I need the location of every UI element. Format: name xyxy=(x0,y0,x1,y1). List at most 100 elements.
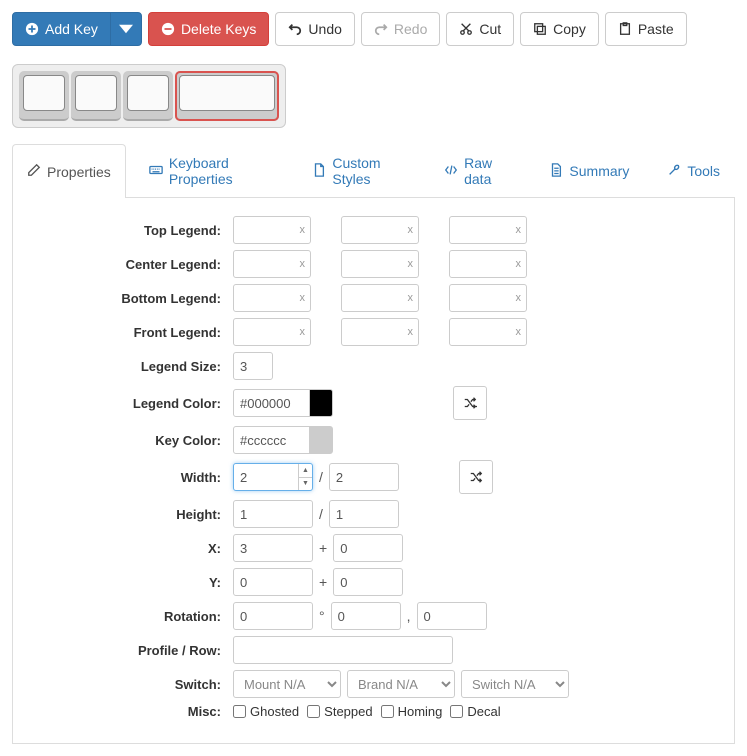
front-legend-label: Front Legend: xyxy=(23,325,233,340)
tab-summary-label: Summary xyxy=(569,163,629,179)
clear-icon[interactable]: x xyxy=(408,326,414,338)
tab-properties[interactable]: Properties xyxy=(12,144,126,198)
rotation-x-input[interactable] xyxy=(331,602,401,630)
clear-icon[interactable]: x xyxy=(516,224,522,236)
y-input[interactable] xyxy=(233,568,313,596)
cut-button[interactable]: Cut xyxy=(446,12,514,46)
rotation-y-input[interactable] xyxy=(417,602,487,630)
y2-input[interactable] xyxy=(333,568,403,596)
rotation-label: Rotation: xyxy=(23,609,233,624)
shuffle-size-button[interactable] xyxy=(459,460,493,494)
key-unit-selected[interactable] xyxy=(175,71,279,121)
tab-bar: Properties Keyboard Properties Custom St… xyxy=(12,144,735,198)
misc-label: Misc: xyxy=(23,704,233,719)
rotation-deg: ° xyxy=(313,608,331,624)
cut-label: Cut xyxy=(479,21,501,37)
clear-icon[interactable]: x xyxy=(300,292,306,304)
y-sep: + xyxy=(313,574,333,590)
tab-custom-styles-label: Custom Styles xyxy=(332,155,406,187)
rotation-angle-input[interactable] xyxy=(233,602,313,630)
height2-input[interactable] xyxy=(329,500,399,528)
tab-tools[interactable]: Tools xyxy=(652,144,735,197)
tab-custom-styles[interactable]: Custom Styles xyxy=(297,144,421,197)
paste-label: Paste xyxy=(638,21,674,37)
rotation-comma: , xyxy=(401,608,417,624)
stepped-checkbox[interactable]: Stepped xyxy=(307,704,372,719)
clear-icon[interactable]: x xyxy=(516,292,522,304)
key-unit[interactable] xyxy=(123,71,173,121)
add-key-button[interactable]: Add Key xyxy=(12,12,111,46)
main-toolbar: Add Key Delete Keys Undo Redo Cut Copy P… xyxy=(12,12,735,46)
y-label: Y: xyxy=(23,575,233,590)
x-label: X: xyxy=(23,541,233,556)
legend-size-input[interactable] xyxy=(233,352,273,380)
clear-icon[interactable]: x xyxy=(516,258,522,270)
switch-brand-select[interactable]: Brand N/A xyxy=(347,670,455,698)
shuffle-legend-color-button[interactable] xyxy=(453,386,487,420)
redo-button[interactable]: Redo xyxy=(361,12,440,46)
tab-raw-data[interactable]: Raw data xyxy=(429,144,526,197)
top-legend-label: Top Legend: xyxy=(23,223,233,238)
add-key-dropdown[interactable] xyxy=(110,12,142,46)
tab-keyboard-properties[interactable]: Keyboard Properties xyxy=(134,144,290,197)
file-icon xyxy=(312,163,326,180)
tab-kb-props-label: Keyboard Properties xyxy=(169,155,275,187)
homing-checkbox[interactable]: Homing xyxy=(381,704,443,719)
tab-summary[interactable]: Summary xyxy=(534,144,644,197)
clear-icon[interactable]: x xyxy=(300,326,306,338)
key-color-label: Key Color: xyxy=(23,433,233,448)
properties-panel: Top Legend: x x x Center Legend: x x x B… xyxy=(12,198,735,744)
tab-raw-data-label: Raw data xyxy=(464,155,511,187)
ghosted-checkbox[interactable]: Ghosted xyxy=(233,704,299,719)
width-label: Width: xyxy=(23,470,233,485)
undo-label: Undo xyxy=(308,21,341,37)
height-label: Height: xyxy=(23,507,233,522)
profile-row-label: Profile / Row: xyxy=(23,643,233,658)
legend-color-swatch[interactable] xyxy=(309,389,333,417)
paste-icon xyxy=(618,22,632,36)
code-icon xyxy=(444,163,458,180)
tab-tools-label: Tools xyxy=(687,163,720,179)
switch-mount-select[interactable]: Mount N/A xyxy=(233,670,341,698)
height-sep: / xyxy=(313,506,329,522)
tab-properties-label: Properties xyxy=(47,164,111,180)
clear-icon[interactable]: x xyxy=(300,224,306,236)
add-key-label: Add Key xyxy=(45,21,98,37)
height-input[interactable] xyxy=(233,500,313,528)
paste-button[interactable]: Paste xyxy=(605,12,687,46)
copy-icon xyxy=(533,22,547,36)
center-legend-label: Center Legend: xyxy=(23,257,233,272)
undo-button[interactable]: Undo xyxy=(275,12,354,46)
key-color-input[interactable] xyxy=(233,426,313,454)
redo-icon xyxy=(374,22,388,36)
copy-label: Copy xyxy=(553,21,586,37)
clear-icon[interactable]: x xyxy=(300,258,306,270)
key-color-swatch[interactable] xyxy=(309,426,333,454)
clear-icon[interactable]: x xyxy=(408,258,414,270)
legend-color-input[interactable] xyxy=(233,389,313,417)
decal-checkbox[interactable]: Decal xyxy=(450,704,500,719)
legend-size-label: Legend Size: xyxy=(23,359,233,374)
switch-type-select[interactable]: Switch N/A xyxy=(461,670,569,698)
copy-button[interactable]: Copy xyxy=(520,12,599,46)
spinner-buttons[interactable]: ▲▼ xyxy=(298,464,312,490)
x-input[interactable] xyxy=(233,534,313,562)
clear-icon[interactable]: x xyxy=(516,326,522,338)
cut-icon xyxy=(459,22,473,36)
x-sep: + xyxy=(313,540,333,556)
key-unit[interactable] xyxy=(71,71,121,121)
key-unit[interactable] xyxy=(19,71,69,121)
width2-input[interactable] xyxy=(329,463,399,491)
x2-input[interactable] xyxy=(333,534,403,562)
profile-row-input[interactable] xyxy=(233,636,453,664)
undo-icon xyxy=(288,22,302,36)
minus-circle-icon xyxy=(161,22,175,36)
legend-color-label: Legend Color: xyxy=(23,396,233,411)
clear-icon[interactable]: x xyxy=(408,224,414,236)
delete-keys-button[interactable]: Delete Keys xyxy=(148,12,269,46)
clear-icon[interactable]: x xyxy=(408,292,414,304)
file-alt-icon xyxy=(549,163,563,180)
switch-label: Switch: xyxy=(23,677,233,692)
keyboard-canvas[interactable] xyxy=(12,64,286,128)
wrench-icon xyxy=(667,163,681,180)
